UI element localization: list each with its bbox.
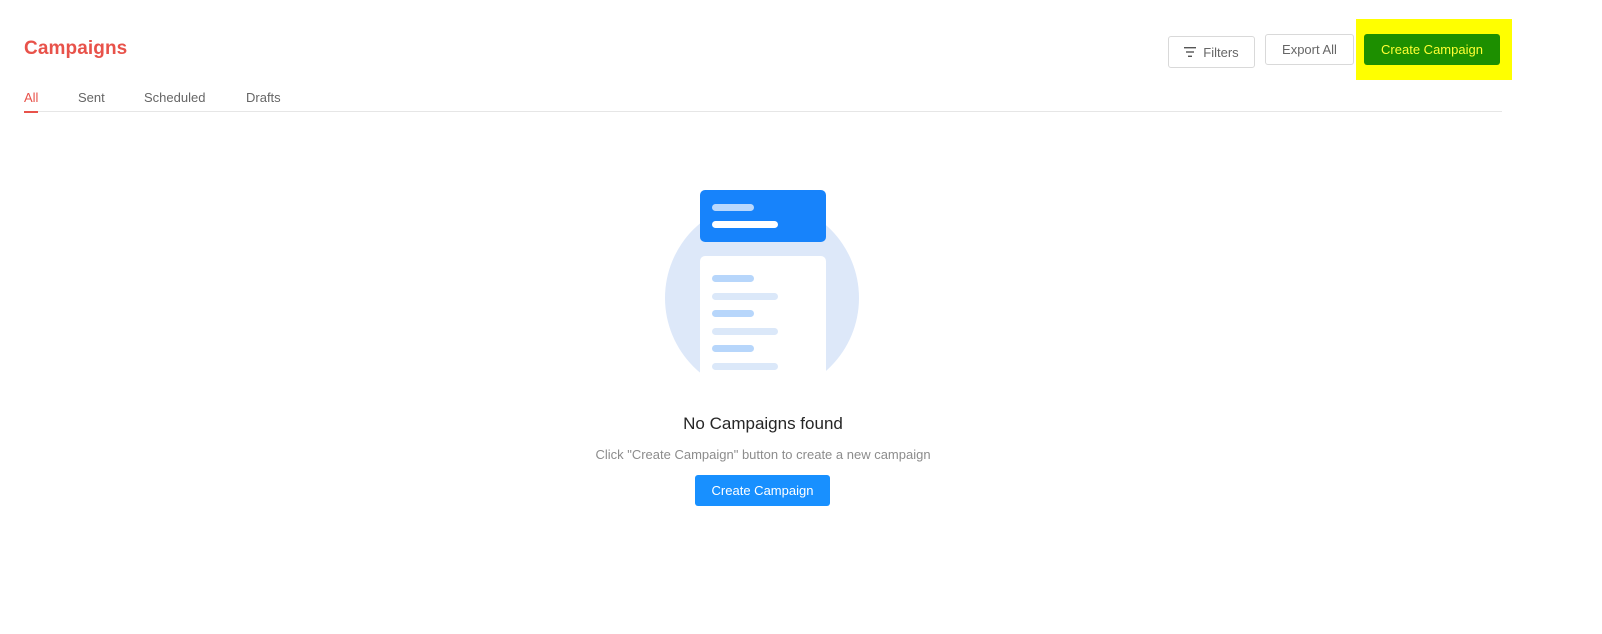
empty-state-create-button[interactable]: Create Campaign [695, 475, 830, 506]
tab-bar: All Sent Scheduled Drafts [24, 90, 1502, 113]
campaign-document-illustration [665, 190, 859, 406]
filter-icon [1184, 47, 1197, 57]
tab-all[interactable]: All [24, 90, 39, 113]
empty-state-title: No Campaigns found [683, 414, 843, 433]
export-all-button[interactable]: Export All [1265, 34, 1354, 65]
create-campaign-button[interactable]: Create Campaign [1364, 34, 1500, 65]
tab-sent[interactable]: Sent [78, 90, 105, 112]
tab-scheduled[interactable]: Scheduled [144, 90, 205, 112]
empty-state-description: Click "Create Campaign" button to create… [595, 447, 931, 462]
filters-label: Filters [1203, 44, 1239, 60]
filters-button[interactable]: Filters [1168, 36, 1255, 68]
page-title: Campaigns [24, 38, 128, 59]
campaigns-page: Campaigns Filters Export All Create Camp… [0, 0, 1602, 634]
tab-drafts[interactable]: Drafts [246, 90, 281, 112]
